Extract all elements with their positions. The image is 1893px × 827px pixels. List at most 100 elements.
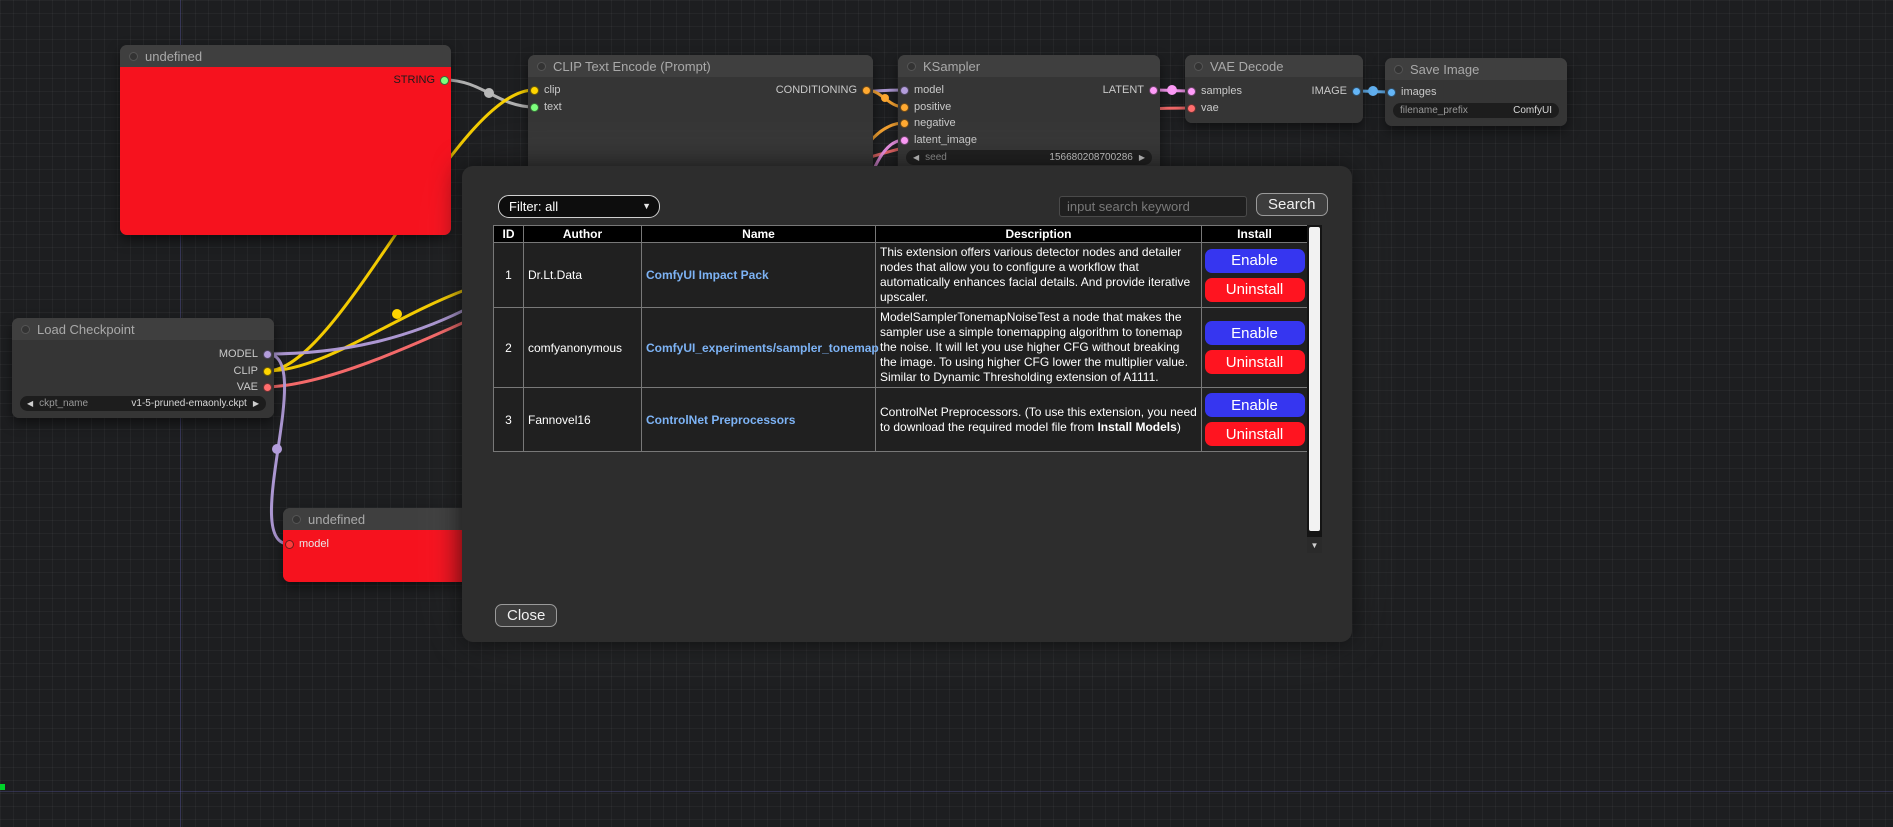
output-dot-conditioning[interactable]	[862, 86, 871, 95]
close-button[interactable]: Close	[495, 604, 557, 627]
scrollbar-thumb[interactable]	[1309, 227, 1320, 531]
decrement-arrow-icon[interactable]: ◀	[913, 154, 919, 162]
node-clip-text-encode[interactable]: CLIP Text Encode (Prompt) clip text COND…	[528, 55, 873, 175]
node-collapse-dot-icon[interactable]	[1394, 65, 1403, 74]
node-collapse-dot-icon[interactable]	[1194, 62, 1203, 71]
node-title-bar[interactable]: VAE Decode	[1185, 55, 1363, 77]
input-slot-text: text	[530, 100, 562, 114]
node-body: images filename_prefix ComfyUI	[1385, 80, 1567, 126]
widget-name: ckpt_name	[39, 398, 88, 409]
cell-id: 2	[494, 308, 524, 388]
input-dot-text[interactable]	[530, 103, 539, 112]
extension-link[interactable]: ComfyUI Impact Pack	[646, 268, 769, 282]
input-dot-clip[interactable]	[530, 86, 539, 95]
slot-label: VAE	[237, 381, 258, 393]
widget-name: filename_prefix	[1400, 105, 1468, 116]
output-slot-string: STRING	[393, 73, 449, 87]
input-slot-negative: negative	[900, 116, 956, 130]
output-dot-vae[interactable]	[263, 383, 272, 392]
extension-row: 1Dr.Lt.DataComfyUI Impact PackThis exten…	[494, 243, 1308, 308]
extensions-table: ID Author Name Description Install 1Dr.L…	[493, 225, 1308, 452]
increment-arrow-icon[interactable]: ▶	[1139, 154, 1145, 162]
install-button-stack: Enable Uninstall	[1206, 318, 1303, 377]
output-dot-image[interactable]	[1352, 87, 1361, 96]
scroll-down-button[interactable]: ▼	[1307, 537, 1322, 553]
cell-author: comfyanonymous	[524, 308, 642, 388]
seed-widget[interactable]: ◀ seed 156680208700286 ▶	[906, 150, 1152, 165]
cell-description: ControlNet Preprocessors. (To use this e…	[876, 388, 1202, 452]
uninstall-button[interactable]: Uninstall	[1205, 278, 1305, 302]
cell-author: Dr.Lt.Data	[524, 243, 642, 308]
slot-label: samples	[1201, 85, 1242, 97]
slot-label: positive	[914, 101, 951, 113]
node-collapse-dot-icon[interactable]	[129, 52, 138, 61]
input-dot-vae[interactable]	[1187, 104, 1196, 113]
input-dot-latent-image[interactable]	[900, 136, 909, 145]
widget-name: seed	[925, 152, 947, 163]
uninstall-button[interactable]: Uninstall	[1205, 422, 1305, 446]
node-title-bar[interactable]: CLIP Text Encode (Prompt)	[528, 55, 873, 77]
node-title-bar[interactable]: Save Image	[1385, 58, 1567, 80]
cell-description: ModelSamplerTonemapNoiseTest a node that…	[876, 308, 1202, 388]
decrement-arrow-icon[interactable]: ◀	[27, 400, 33, 408]
input-dot-images[interactable]	[1387, 88, 1396, 97]
node-body: clip text CONDITIONING	[528, 77, 873, 175]
filename-prefix-widget[interactable]: filename_prefix ComfyUI	[1393, 103, 1559, 118]
search-input[interactable]	[1059, 196, 1247, 217]
output-dot-latent[interactable]	[1149, 86, 1158, 95]
comfyui-canvas[interactable]: undefined STRING CLIP Text Encode (Promp…	[0, 0, 1893, 827]
input-dot-samples[interactable]	[1187, 87, 1196, 96]
link-midpoint-dot	[392, 309, 402, 319]
enable-button[interactable]: Enable	[1205, 249, 1305, 273]
node-title-bar[interactable]: undefined	[120, 45, 451, 67]
input-dot-negative[interactable]	[900, 119, 909, 128]
node-collapse-dot-icon[interactable]	[21, 325, 30, 334]
ckpt-name-widget[interactable]: ◀ ckpt_name v1-5-pruned-emaonly.ckpt ▶	[20, 396, 266, 411]
output-dot-clip[interactable]	[263, 367, 272, 376]
node-body: samples vae IMAGE	[1185, 77, 1363, 123]
node-save-image[interactable]: Save Image images filename_prefix ComfyU…	[1385, 58, 1567, 126]
uninstall-button[interactable]: Uninstall	[1205, 350, 1305, 374]
increment-arrow-icon[interactable]: ▶	[253, 400, 259, 408]
output-slot-image: IMAGE	[1312, 84, 1361, 98]
output-slot-vae: VAE	[237, 380, 272, 394]
node-collapse-dot-icon[interactable]	[292, 515, 301, 524]
input-dot-model[interactable]	[900, 86, 909, 95]
column-header-name: Name	[642, 226, 876, 243]
slot-label: IMAGE	[1312, 85, 1347, 97]
node-body: MODEL CLIP VAE ◀ ckpt_name v1-5-pruned-e…	[12, 340, 274, 418]
node-undefined-top[interactable]: undefined STRING	[120, 45, 451, 235]
filter-select[interactable]: Filter: all	[498, 195, 660, 218]
node-vae-decode[interactable]: VAE Decode samples vae IMAGE	[1185, 55, 1363, 123]
node-load-checkpoint[interactable]: Load Checkpoint MODEL CLIP VAE ◀ ckpt_na…	[12, 318, 274, 418]
node-title-bar[interactable]: KSampler	[898, 55, 1160, 77]
input-slot-vae: vae	[1187, 101, 1219, 115]
description-text: Install Models	[1097, 420, 1176, 434]
enable-button[interactable]: Enable	[1205, 321, 1305, 345]
extension-link[interactable]: ComfyUI_experiments/sampler_tonemap	[646, 341, 879, 355]
table-scrollbar[interactable]: ▼	[1307, 225, 1322, 553]
slot-label: STRING	[393, 74, 435, 86]
widget-value: ComfyUI	[1513, 105, 1552, 116]
install-button-stack: Enable Uninstall	[1206, 390, 1303, 449]
extension-link[interactable]: ControlNet Preprocessors	[646, 413, 795, 427]
cell-install: Enable Uninstall	[1202, 243, 1308, 308]
slot-label: CONDITIONING	[776, 84, 857, 96]
input-dot-positive[interactable]	[900, 103, 909, 112]
input-dot-model[interactable]	[285, 540, 294, 549]
node-title: CLIP Text Encode (Prompt)	[553, 59, 711, 74]
output-dot-model[interactable]	[263, 350, 272, 359]
output-dot-string[interactable]	[440, 76, 449, 85]
input-slot-positive: positive	[900, 100, 951, 114]
enable-button[interactable]: Enable	[1205, 393, 1305, 417]
node-title: undefined	[308, 512, 365, 527]
search-button[interactable]: Search	[1256, 193, 1328, 216]
node-collapse-dot-icon[interactable]	[907, 62, 916, 71]
slot-label: model	[299, 538, 329, 550]
node-collapse-dot-icon[interactable]	[537, 62, 546, 71]
slot-label: CLIP	[234, 365, 258, 377]
node-title-bar[interactable]: Load Checkpoint	[12, 318, 274, 340]
table-header-row: ID Author Name Description Install	[494, 226, 1308, 243]
node-ksampler[interactable]: KSampler model positive negative latent_…	[898, 55, 1160, 175]
output-slot-latent: LATENT	[1103, 83, 1158, 97]
